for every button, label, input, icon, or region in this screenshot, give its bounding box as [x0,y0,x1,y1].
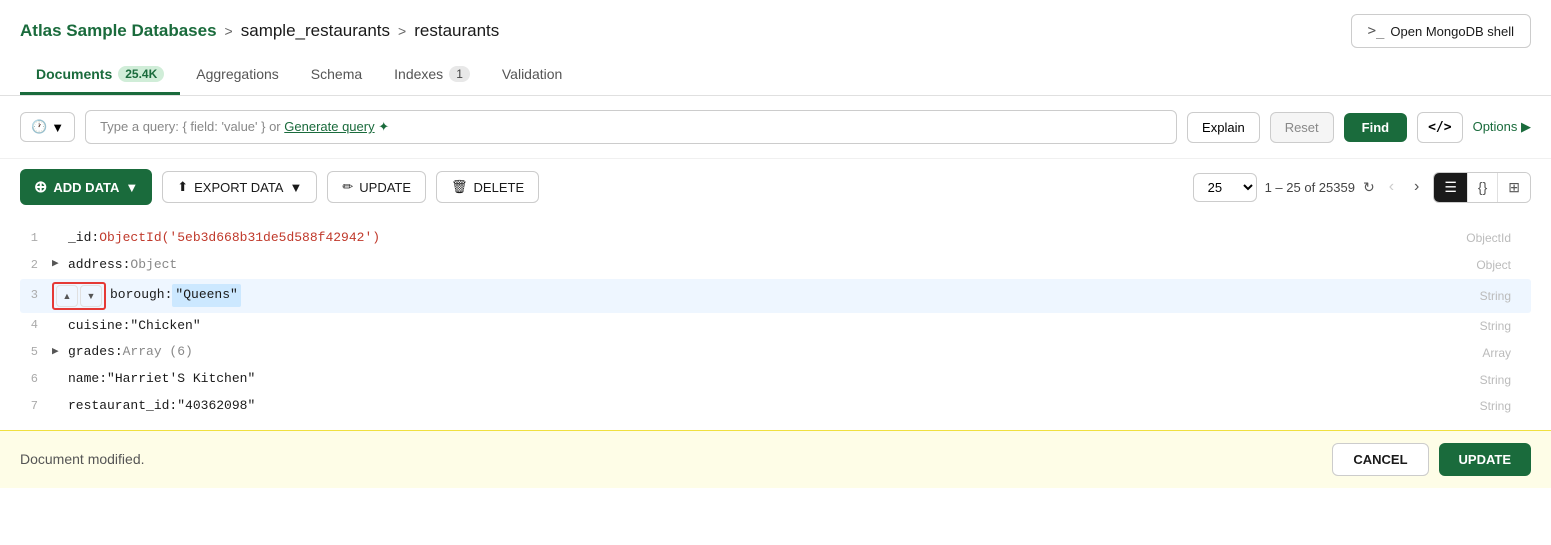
per-page-select[interactable]: 25 50 100 [1193,173,1257,202]
breadcrumb-sep1: > [225,23,233,39]
export-chevron: ▼ [289,180,302,195]
generate-query-link[interactable]: Generate query [284,119,374,134]
options-button[interactable]: Options ▶ [1473,119,1531,135]
doc-line-1: 1 _id : ObjectId('5eb3d668b31de5d588f429… [20,225,1531,252]
doc-line-4: 4 cuisine : "Chicken" String [20,313,1531,340]
doc-line-2: 2 ▶ address : Object Object [20,252,1531,279]
line-number-4: 4 [20,316,52,335]
add-data-button[interactable]: ⊕ ADD DATA ▼ [20,169,152,205]
breadcrumb-part1[interactable]: Atlas Sample Databases [20,21,217,41]
pencil-icon: ✏ [342,179,353,195]
doc-line-6: 6 name : "Harriet'S Kitchen" String [20,366,1531,393]
line-number-1: 1 [20,229,52,248]
tab-documents[interactable]: Documents 25.4K [20,56,180,95]
tab-indexes[interactable]: Indexes 1 [378,56,486,95]
expand-field-button[interactable]: ▼ [80,285,102,307]
doc-line-7: 7 restaurant_id : "40362098" String [20,393,1531,420]
export-data-button[interactable]: ⬆ EXPORT DATA ▼ [162,171,317,203]
cancel-button[interactable]: CANCEL [1332,443,1428,476]
breadcrumb-part3[interactable]: restaurants [414,21,499,41]
tab-validation[interactable]: Validation [486,56,578,95]
prev-page-button[interactable]: ‹ [1383,176,1400,198]
line-number-3: 3 [20,286,52,305]
footer-notification: Document modified. CANCEL UPDATE [0,430,1551,488]
export-icon: ⬆ [177,179,188,195]
collapse-field-button[interactable]: ▲ [56,285,78,307]
query-bar: 🕐 ▼ Type a query: { field: 'value' } or … [0,96,1551,159]
edit-controls-box: ▲ ▼ [52,282,106,310]
toolbar: ⊕ ADD DATA ▼ ⬆ EXPORT DATA ▼ ✏ UPDATE 🗑 … [0,159,1551,215]
reset-button[interactable]: Reset [1270,112,1334,143]
delete-button[interactable]: 🗑 DELETE [436,171,539,203]
doc-line-3: 3 ▲ ▼ borough : "Queens" String [20,279,1531,313]
tabs-bar: Documents 25.4K Aggregations Schema Inde… [0,56,1551,96]
shell-icon: >_ [1368,23,1385,39]
list-view-button[interactable]: ☰ [1434,173,1468,202]
documents-badge: 25.4K [118,66,164,82]
view-toggle-group: ☰ {} ⊞ [1433,172,1531,203]
breadcrumb-part2[interactable]: sample_restaurants [241,21,390,41]
add-data-chevron: ▼ [125,180,138,195]
doc-line-5: 5 ▶ grades : Array (6) Array [20,339,1531,366]
history-chevron: ▼ [51,120,64,135]
document-area: 1 _id : ObjectId('5eb3d668b31de5d588f429… [0,215,1551,430]
find-button[interactable]: Find [1344,113,1407,142]
query-history-button[interactable]: 🕐 ▼ [20,112,75,142]
refresh-button[interactable]: ↻ [1363,179,1375,196]
expand-arrow-5[interactable]: ▶ [52,344,68,362]
breadcrumb-sep2: > [398,23,406,39]
update-button[interactable]: ✏ UPDATE [327,171,426,203]
query-input-area[interactable]: Type a query: { field: 'value' } or Gene… [85,110,1177,144]
line-number-5: 5 [20,343,52,362]
breadcrumb: Atlas Sample Databases > sample_restaura… [20,21,499,41]
footer-message: Document modified. [20,451,145,467]
pagination-controls: 25 50 100 1 – 25 of 25359 ↻ ‹ › ☰ {} ⊞ [1193,172,1531,203]
code-toggle-button[interactable]: </> [1417,112,1462,143]
open-mongodb-shell-button[interactable]: >_ Open MongoDB shell [1351,14,1531,48]
pagination-info: 1 – 25 of 25359 [1265,180,1355,195]
line-number-7: 7 [20,397,52,416]
expand-arrow-2[interactable]: ▶ [52,256,68,274]
tab-aggregations[interactable]: Aggregations [180,56,295,95]
sparkle-icon: ✦ [378,119,389,134]
table-view-button[interactable]: ⊞ [1498,173,1530,202]
header: Atlas Sample Databases > sample_restaura… [0,0,1551,48]
explain-button[interactable]: Explain [1187,112,1260,143]
borough-value[interactable]: "Queens" [172,284,240,307]
footer-actions: CANCEL UPDATE [1332,443,1531,476]
line-number-2: 2 [20,256,52,275]
update-confirm-button[interactable]: UPDATE [1439,443,1531,476]
trash-icon: 🗑 [451,179,468,195]
json-view-button[interactable]: {} [1468,173,1498,202]
line-number-6: 6 [20,370,52,389]
indexes-badge: 1 [449,66,470,82]
next-page-button[interactable]: › [1408,176,1425,198]
plus-circle-icon: ⊕ [34,177,47,197]
query-placeholder-text: Type a query: { field: 'value' } or [100,119,281,134]
tab-schema[interactable]: Schema [295,56,378,95]
history-icon: 🕐 [31,119,47,135]
